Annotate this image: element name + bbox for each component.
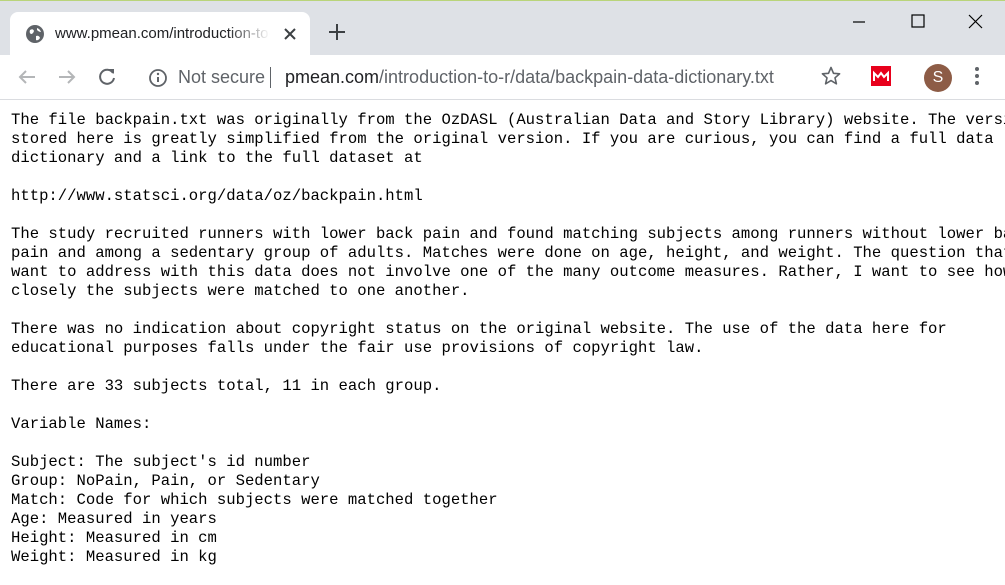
tab-title: www.pmean.com/introduction-to-r/data/bac…	[55, 25, 270, 42]
text-line: The file backpain.txt was originally fro…	[11, 111, 1005, 129]
globe-icon	[26, 25, 44, 43]
maximize-icon[interactable]	[907, 11, 929, 33]
text-line: stored here is greatly simplified from t…	[11, 130, 994, 148]
text-line: educational purposes falls under the fai…	[11, 339, 704, 357]
toolbar: Not secure pmean.com/introduction-to-r/d…	[0, 55, 1005, 100]
reload-icon[interactable]	[96, 66, 118, 88]
text-line: Group: NoPain, Pain, or Sedentary	[11, 472, 320, 490]
document-text: The file backpain.txt was originally fro…	[11, 111, 1005, 567]
url-host: pmean.com	[285, 67, 380, 87]
bookmark-star-icon[interactable]	[820, 65, 842, 87]
text-line: want to address with this data does not …	[11, 263, 1005, 281]
text-line: Height: Measured in cm	[11, 529, 217, 547]
url-text[interactable]: pmean.com/introduction-to-r/data/backpai…	[285, 67, 774, 88]
security-label[interactable]: Not secure	[178, 67, 265, 88]
text-line: There are 33 subjects total, 11 in each …	[11, 377, 442, 395]
text-line: Age: Measured in years	[11, 510, 217, 528]
close-icon[interactable]	[280, 24, 300, 44]
omnibox-divider	[270, 67, 271, 88]
minimize-icon[interactable]	[848, 11, 870, 33]
text-line: dictionary and a link to the full datase…	[11, 149, 423, 167]
forward-arrow-icon[interactable]	[56, 66, 78, 88]
browser-tab[interactable]: www.pmean.com/introduction-to-r/data/bac…	[10, 12, 310, 56]
avatar[interactable]: S	[924, 64, 952, 92]
tab-strip: www.pmean.com/introduction-to-r/data/bac…	[0, 0, 1005, 56]
info-icon[interactable]	[148, 68, 168, 88]
text-line: http://www.statsci.org/data/oz/backpain.…	[11, 187, 423, 205]
url-path: /introduction-to-r/data/backpain-data-di…	[379, 67, 774, 87]
address-bar[interactable]: Not secure pmean.com/introduction-to-r/d…	[138, 58, 858, 96]
text-line: Weight: Measured in kg	[11, 548, 217, 566]
close-window-icon[interactable]	[965, 11, 987, 33]
back-arrow-icon[interactable]	[16, 66, 38, 88]
text-line: Variable Names:	[11, 415, 152, 433]
kebab-menu-icon[interactable]	[966, 65, 988, 87]
text-line: Match: Code for which subjects were matc…	[11, 491, 498, 509]
text-line: Subject: The subject's id number	[11, 453, 311, 471]
text-line: The study recruited runners with lower b…	[11, 225, 1005, 243]
text-line: pain and among a sedentary group of adul…	[11, 244, 1005, 262]
new-tab-button[interactable]	[326, 21, 348, 43]
extension-icon[interactable]	[870, 65, 892, 87]
text-line: closely the subjects were matched to one…	[11, 282, 470, 300]
text-line: There was no indication about copyright …	[11, 320, 947, 338]
